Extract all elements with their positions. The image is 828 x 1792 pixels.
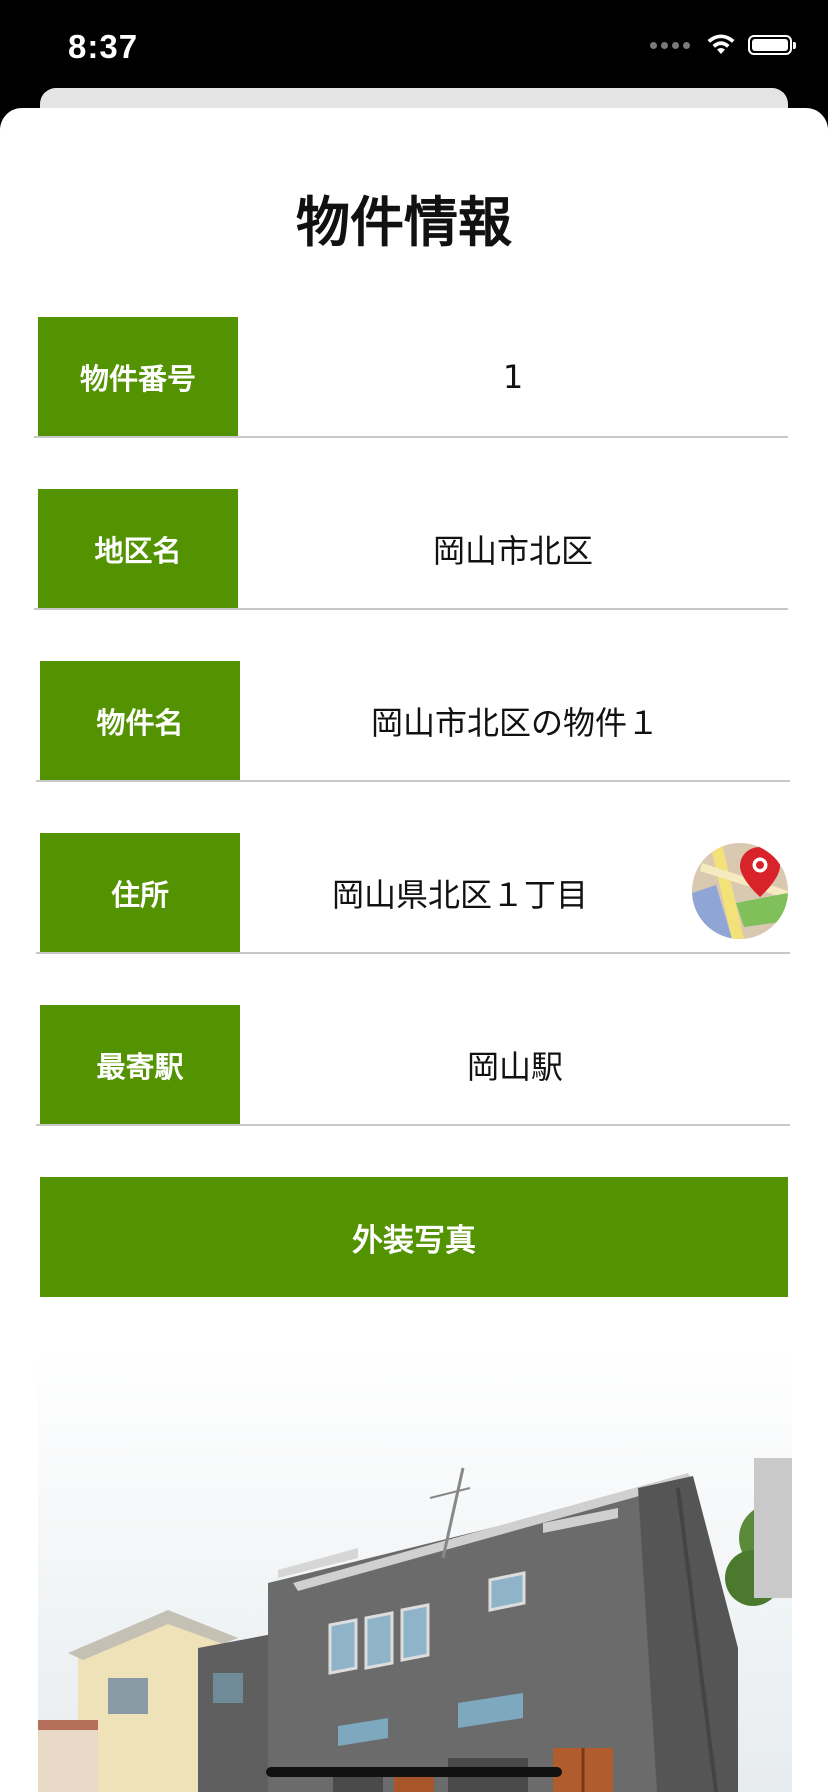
field-label: 最寄駅 xyxy=(40,1005,240,1125)
field-value: 岡山市北区の物件１ xyxy=(370,704,659,742)
exterior-photo xyxy=(38,1348,792,1792)
field-row-district: 地区名 岡山市北区 xyxy=(34,489,788,610)
home-indicator[interactable] xyxy=(266,1767,562,1777)
cellular-signal-icon xyxy=(650,41,690,49)
row-divider xyxy=(34,608,788,610)
row-divider xyxy=(36,1124,790,1126)
row-divider xyxy=(36,780,790,782)
field-row-property-number: 物件番号 1 xyxy=(34,317,788,438)
wifi-icon xyxy=(707,34,735,54)
maps-pin-icon xyxy=(692,843,788,939)
field-row-nearest-station: 最寄駅 岡山駅 xyxy=(36,1005,790,1126)
field-value: 岡山市北区 xyxy=(432,532,593,570)
status-time: 8:37 xyxy=(68,28,139,65)
field-label: 住所 xyxy=(40,833,240,953)
field-value: 1 xyxy=(502,358,524,396)
row-divider xyxy=(34,436,788,438)
field-value: 岡山県北区１丁目 xyxy=(331,876,588,914)
field-value: 岡山駅 xyxy=(466,1048,563,1086)
status-icons xyxy=(650,34,796,56)
status-bar: 8:37 xyxy=(0,0,828,100)
row-divider xyxy=(36,952,790,954)
field-row-property-name: 物件名 岡山市北区の物件１ xyxy=(36,661,790,782)
page-title: 物件情報 xyxy=(296,191,512,254)
exterior-photo-button[interactable]: 外装写真 xyxy=(40,1177,788,1297)
property-sheet: 物件情報 物件番号 1 地区名 岡山市北区 物件名 岡山市北区の物件１ 住所 岡… xyxy=(0,108,828,1792)
map-button[interactable] xyxy=(692,843,788,939)
field-label: 物件名 xyxy=(40,661,240,781)
battery-icon xyxy=(748,35,796,55)
field-label: 物件番号 xyxy=(38,317,238,437)
field-row-address: 住所 岡山県北区１丁目 xyxy=(36,833,790,954)
field-label: 地区名 xyxy=(38,489,238,609)
